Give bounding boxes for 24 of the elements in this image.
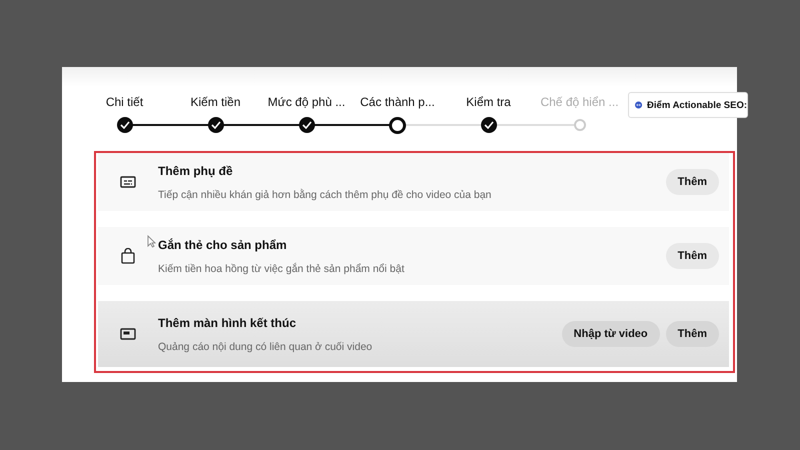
option-title: Thêm màn hình kết thúc bbox=[158, 316, 298, 330]
add-button[interactable]: Thêm bbox=[666, 321, 719, 347]
subtitles-icon bbox=[120, 176, 136, 188]
option-title: Gắn thẻ cho sản phẩm bbox=[158, 238, 288, 252]
shopping-bag-icon bbox=[121, 248, 135, 264]
add-button[interactable]: Thêm bbox=[666, 169, 719, 195]
option-description: Tiếp cận nhiều khán giả hơn bằng cách thêm phụ đề cho video của bạn bbox=[158, 188, 492, 200]
option-description: Kiếm tiền hoa hồng từ việc gắn thẻ sản phẩm nổi bật bbox=[158, 262, 406, 274]
option-description: Quảng cáo nội dung có liên quan ở cuối video bbox=[158, 340, 374, 352]
check-icon bbox=[120, 121, 130, 129]
step-label[interactable]: Các thành p... bbox=[360, 95, 435, 113]
seo-badge[interactable]: Điểm Actionable SEO: bbox=[628, 92, 748, 118]
check-icon bbox=[302, 121, 312, 129]
check-icon bbox=[210, 121, 220, 129]
check-icon bbox=[484, 121, 494, 129]
add-button[interactable]: Nhập từ video bbox=[562, 321, 660, 347]
step-label[interactable]: Kiếm tiền bbox=[190, 95, 241, 113]
add-button[interactable]: Thêm bbox=[666, 243, 719, 269]
step-label[interactable]: Mức độ phù ... bbox=[268, 95, 346, 113]
step-label[interactable]: Chi tiết bbox=[106, 95, 144, 113]
option-title: Thêm phụ đề bbox=[158, 164, 234, 178]
cursor-icon bbox=[147, 235, 156, 248]
end-screen-icon bbox=[120, 328, 136, 340]
step-label[interactable]: Kiểm tra bbox=[466, 95, 511, 113]
